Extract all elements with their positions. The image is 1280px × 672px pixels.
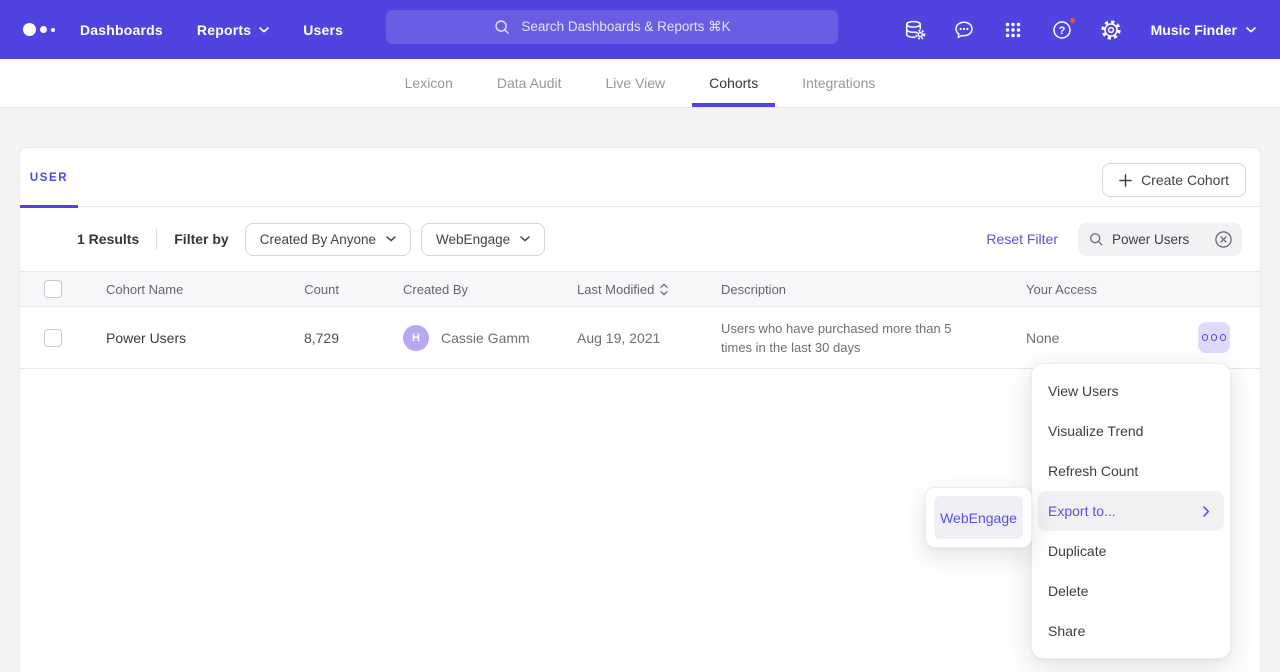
access-value: None bbox=[1026, 330, 1059, 346]
project-name: Music Finder bbox=[1151, 22, 1237, 38]
panel-header: USER Create Cohort bbox=[20, 148, 1260, 207]
menu-item-delete[interactable]: Delete bbox=[1032, 571, 1230, 611]
menu-item-export-to[interactable]: Export to... bbox=[1038, 491, 1224, 531]
project-switcher[interactable]: Music Finder bbox=[1151, 22, 1256, 38]
export-submenu: WebEngage bbox=[925, 487, 1032, 548]
cohort-name: Power Users bbox=[82, 330, 262, 346]
tab-data-audit[interactable]: Data Audit bbox=[480, 59, 579, 107]
menu-item-visualize-trend[interactable]: Visualize Trend bbox=[1032, 411, 1230, 451]
cohort-count: 8,729 bbox=[262, 330, 339, 346]
plus-icon bbox=[1119, 174, 1132, 187]
tab-cohorts[interactable]: Cohorts bbox=[692, 59, 775, 107]
tab-integrations[interactable]: Integrations bbox=[785, 59, 892, 107]
chevron-down-icon bbox=[386, 236, 396, 242]
sort-icon bbox=[660, 283, 668, 296]
nav-item-label: Reports bbox=[197, 22, 251, 38]
nav-item-dashboards[interactable]: Dashboards bbox=[80, 22, 163, 38]
apps-grid-icon[interactable] bbox=[1001, 18, 1025, 42]
integration-filter-dropdown[interactable]: WebEngage bbox=[421, 223, 545, 256]
menu-item-refresh-count[interactable]: Refresh Count bbox=[1032, 451, 1230, 491]
search-icon bbox=[1088, 231, 1104, 247]
tab-user-cohorts[interactable]: USER bbox=[20, 148, 78, 207]
chevron-down-icon bbox=[259, 27, 269, 33]
top-nav-right: ? Music Finder bbox=[903, 0, 1256, 59]
settings-gear-icon[interactable] bbox=[1099, 18, 1123, 42]
top-nav: Dashboards Reports Users Search Dashboar… bbox=[0, 0, 1280, 59]
row-actions-menu: View Users Visualize Trend Refresh Count… bbox=[1031, 363, 1231, 659]
submenu-item-webengage[interactable]: WebEngage bbox=[934, 496, 1023, 539]
last-modified-date: Aug 19, 2021 bbox=[577, 330, 721, 346]
tab-lexicon[interactable]: Lexicon bbox=[388, 59, 470, 107]
mixpanel-logo-icon[interactable] bbox=[23, 23, 80, 36]
notification-badge bbox=[1068, 16, 1077, 25]
data-management-tabs: Lexicon Data Audit Live View Cohorts Int… bbox=[0, 59, 1280, 108]
menu-item-share[interactable]: Share bbox=[1032, 611, 1230, 651]
row-checkbox[interactable] bbox=[44, 329, 62, 347]
avatar: H bbox=[403, 325, 429, 351]
sort-last-modified[interactable]: Last Modified bbox=[577, 282, 668, 297]
cohort-row[interactable]: Power Users 8,729 H Cassie Gamm Aug 19, … bbox=[20, 307, 1260, 369]
help-icon[interactable]: ? bbox=[1050, 18, 1074, 42]
filter-by-label: Filter by bbox=[174, 231, 228, 247]
cohort-description: Users who have purchased more than 5 tim… bbox=[721, 319, 969, 357]
filter-bar: 1 Results Filter by Created By Anyone We… bbox=[20, 207, 1260, 271]
col-description: Description bbox=[721, 282, 1006, 297]
global-search-bar[interactable]: Search Dashboards & Reports ⌘K bbox=[386, 10, 838, 44]
top-nav-links: Dashboards Reports Users bbox=[80, 22, 343, 38]
col-cohort-name: Cohort Name bbox=[82, 282, 262, 297]
col-your-access: Your Access bbox=[1026, 282, 1097, 297]
menu-item-view-users[interactable]: View Users bbox=[1032, 371, 1230, 411]
search-icon bbox=[493, 18, 511, 36]
tab-live-view[interactable]: Live View bbox=[589, 59, 683, 107]
col-count: Count bbox=[262, 282, 339, 297]
nav-item-users[interactable]: Users bbox=[303, 22, 343, 38]
nav-item-label: Dashboards bbox=[80, 22, 163, 38]
nav-item-label: Users bbox=[303, 22, 343, 38]
divider bbox=[156, 228, 157, 250]
clear-search-icon[interactable] bbox=[1214, 230, 1233, 249]
menu-item-duplicate[interactable]: Duplicate bbox=[1032, 531, 1230, 571]
created-by-name: Cassie Gamm bbox=[441, 330, 530, 346]
global-search-placeholder: Search Dashboards & Reports ⌘K bbox=[521, 19, 730, 35]
table-header-row: Cohort Name Count Created By Last Modifi… bbox=[20, 271, 1260, 307]
results-count: 1 Results bbox=[77, 231, 139, 247]
cohort-search-input[interactable] bbox=[1112, 232, 1206, 247]
created-by-dropdown[interactable]: Created By Anyone bbox=[245, 223, 411, 256]
chevron-down-icon bbox=[520, 236, 530, 242]
row-actions-button[interactable] bbox=[1198, 322, 1230, 353]
chevron-right-icon bbox=[1203, 506, 1210, 517]
col-created-by: Created By bbox=[339, 282, 577, 297]
cohort-search-box bbox=[1078, 223, 1242, 256]
select-all-checkbox[interactable] bbox=[44, 280, 62, 298]
data-management-icon[interactable] bbox=[903, 18, 927, 42]
nav-item-reports[interactable]: Reports bbox=[197, 22, 269, 38]
create-cohort-button[interactable]: Create Cohort bbox=[1102, 163, 1246, 197]
feedback-message-icon[interactable] bbox=[952, 18, 976, 42]
svg-text:?: ? bbox=[1058, 25, 1065, 37]
chevron-down-icon bbox=[1246, 27, 1256, 33]
reset-filter-link[interactable]: Reset Filter bbox=[986, 231, 1058, 247]
